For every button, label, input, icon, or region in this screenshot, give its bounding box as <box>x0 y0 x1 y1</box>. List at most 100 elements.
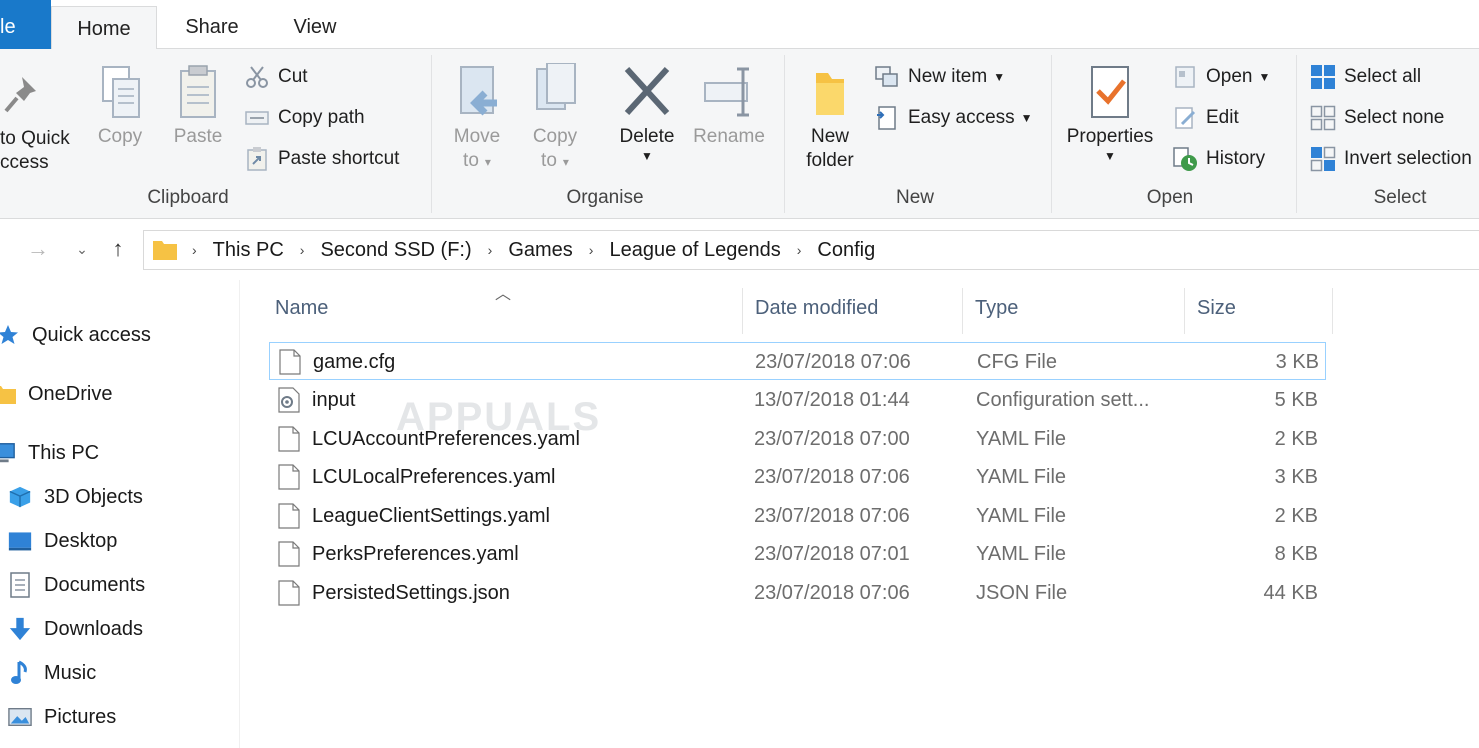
group-separator <box>431 55 432 213</box>
paste-shortcut-button[interactable]: Paste shortcut <box>244 143 399 175</box>
file-size: 8 KB <box>1274 543 1318 565</box>
file-type: YAML File <box>976 543 1067 565</box>
nav-item-onedrive[interactable]: OneDrive <box>0 374 112 414</box>
breadcrumb-separator-icon[interactable]: › <box>488 242 493 258</box>
forward-arrow-icon[interactable]: → <box>24 234 52 264</box>
nav-item-quick-access[interactable]: Quick access <box>0 315 151 355</box>
file-size: 5 KB <box>1274 389 1318 411</box>
invert-selection-icon <box>1310 146 1336 172</box>
group-separator <box>784 55 785 213</box>
document-icon <box>8 572 32 598</box>
breadcrumb-separator-icon[interactable]: › <box>300 242 305 258</box>
file-type: YAML File <box>976 428 1067 450</box>
table-row[interactable]: input 13/07/2018 01:44 Configuration set… <box>269 381 1326 419</box>
file-icon <box>278 503 300 529</box>
rename-button[interactable]: Rename <box>692 63 766 149</box>
folder-icon <box>153 241 177 260</box>
nav-label: Downloads <box>44 617 143 640</box>
nav-item-this-pc[interactable]: This PC <box>0 433 99 473</box>
edit-label: Edit <box>1206 107 1239 128</box>
file-name: LeagueClientSettings.yaml <box>312 505 550 527</box>
nav-item-music[interactable]: Music <box>8 653 96 693</box>
invert-selection-button[interactable]: Invert selection <box>1310 143 1472 175</box>
nav-item-3d-objects[interactable]: 3D Objects <box>8 477 143 517</box>
group-separator <box>1051 55 1052 213</box>
paste-button[interactable]: Paste <box>168 63 228 149</box>
copy-path-label: Copy path <box>278 107 365 128</box>
clipboard-icon <box>180 65 216 118</box>
select-all-button[interactable]: Select all <box>1310 61 1421 93</box>
paste-label: Paste <box>173 126 223 147</box>
column-header-type[interactable]: Type <box>963 288 1185 334</box>
delete-button[interactable]: Delete ▼ <box>612 63 682 163</box>
nav-label: Desktop <box>44 529 118 552</box>
delete-label: Delete <box>619 126 675 147</box>
tab-file[interactable]: le <box>0 0 51 49</box>
copy-to-button[interactable]: Copy to ▾ <box>524 63 586 174</box>
rename-icon <box>704 67 749 117</box>
table-row[interactable]: LeagueClientSettings.yaml 23/07/2018 07:… <box>269 497 1326 535</box>
table-row[interactable]: LCULocalPreferences.yaml 23/07/2018 07:0… <box>269 458 1326 496</box>
new-folder-button[interactable]: New folder <box>796 63 864 173</box>
column-header-name[interactable]: Name <box>263 288 743 334</box>
file-type: YAML File <box>976 505 1067 527</box>
table-row[interactable]: PerksPreferences.yaml 23/07/2018 07:01 Y… <box>269 535 1326 573</box>
new-item-label: New item <box>908 66 988 87</box>
new-group-label: New <box>895 187 934 208</box>
copy-button[interactable]: Copy <box>92 63 148 149</box>
move-to-label-line1: Move <box>453 126 501 147</box>
nav-item-pictures[interactable]: Pictures <box>8 697 116 737</box>
tab-share[interactable]: Share <box>170 0 254 49</box>
breadcrumb-games[interactable]: Games <box>508 239 572 262</box>
edit-button[interactable]: Edit <box>1172 102 1239 134</box>
breadcrumb-config[interactable]: Config <box>817 239 875 262</box>
rename-label: Rename <box>693 126 765 147</box>
open-group-label: Open <box>1146 187 1194 208</box>
settings-file-icon <box>278 387 300 413</box>
column-header-date-modified[interactable]: Date modified <box>743 288 963 334</box>
file-type: Configuration sett... <box>976 389 1150 411</box>
file-name: PerksPreferences.yaml <box>312 543 519 565</box>
new-folder-icon <box>816 73 844 115</box>
pin-to-quick-access-button[interactable]: to Quick ccess <box>0 71 80 175</box>
nav-item-desktop[interactable]: Desktop <box>8 521 117 561</box>
nav-item-downloads[interactable]: Downloads <box>8 609 143 649</box>
file-icon <box>278 580 300 606</box>
properties-button[interactable]: Properties ▼ <box>1060 63 1160 163</box>
breadcrumb-second-ssd[interactable]: Second SSD (F:) <box>320 239 471 262</box>
table-row[interactable]: PersistedSettings.json 23/07/2018 07:06 … <box>269 574 1326 612</box>
breadcrumb-separator-icon[interactable]: › <box>797 242 802 258</box>
address-bar[interactable]: › This PC › Second SSD (F:) › Games › Le… <box>143 230 1479 270</box>
easy-access-button[interactable]: Easy access ▼ <box>874 102 1033 134</box>
recent-locations-chevron-icon[interactable]: ⌄ <box>68 234 96 264</box>
file-name: game.cfg <box>313 351 396 373</box>
table-row[interactable]: game.cfg 23/07/2018 07:06 CFG File 3 KB <box>269 342 1326 380</box>
select-none-button[interactable]: Select none <box>1310 102 1444 134</box>
tab-home[interactable]: Home <box>51 6 157 50</box>
history-button[interactable]: History <box>1172 143 1265 175</box>
breadcrumb-separator-icon[interactable]: › <box>589 242 594 258</box>
cut-button[interactable]: Cut <box>244 61 308 93</box>
properties-dropdown-icon[interactable]: ▼ <box>1060 149 1160 163</box>
nav-item-documents[interactable]: Documents <box>8 565 145 605</box>
column-header-size[interactable]: Size <box>1185 288 1333 334</box>
copy-path-button[interactable]: Copy path <box>244 102 365 134</box>
file-icon <box>279 349 301 375</box>
new-item-button[interactable]: New item ▼ <box>874 61 1005 93</box>
file-name: input <box>312 389 356 411</box>
tab-view[interactable]: View <box>276 0 354 49</box>
move-to-button[interactable]: Move to ▾ <box>446 63 508 174</box>
delete-x-icon <box>624 66 670 116</box>
folder-icon <box>0 382 16 406</box>
chevron-down-icon: ▼ <box>1258 70 1271 84</box>
file-type: YAML File <box>976 466 1067 488</box>
star-icon <box>0 323 20 347</box>
table-row[interactable]: LCUAccountPreferences.yaml 23/07/2018 07… <box>269 420 1326 458</box>
breadcrumb-this-pc[interactable]: This PC <box>213 239 284 262</box>
up-arrow-icon[interactable]: ↑ <box>104 234 132 264</box>
delete-dropdown-icon[interactable]: ▼ <box>612 149 682 163</box>
copy-to-label-line2: to ▾ <box>541 150 569 171</box>
breadcrumb-league-of-legends[interactable]: League of Legends <box>609 239 780 262</box>
file-size: 2 KB <box>1274 428 1318 450</box>
open-button[interactable]: Open ▼ <box>1172 61 1270 93</box>
